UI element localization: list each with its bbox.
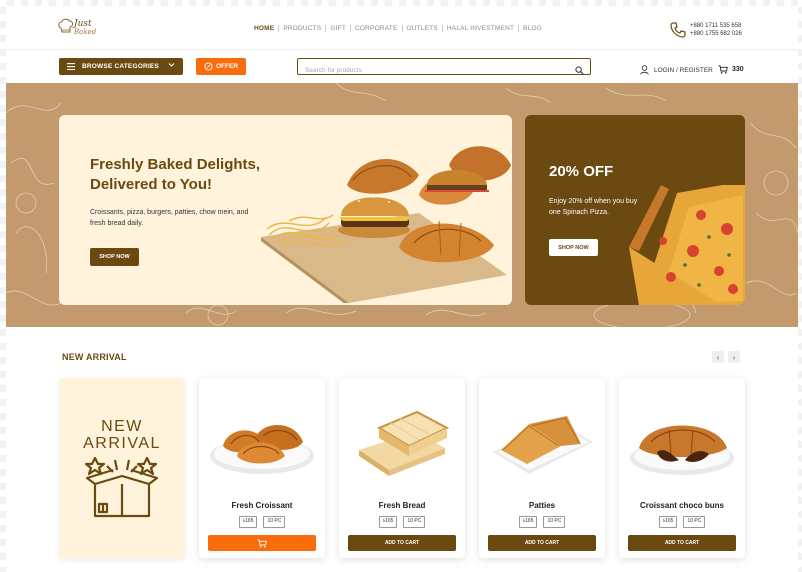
nav-corporate[interactable]: CORPORATE <box>355 25 398 32</box>
add-to-cart-button[interactable]: ADD TO CART <box>488 535 596 551</box>
nav-divider <box>350 25 351 32</box>
cart-count: 330 <box>732 66 744 73</box>
quantity-tag: 10 PC <box>543 516 566 528</box>
chef-hat-icon <box>58 18 73 33</box>
browse-categories-label: BROWSE CATEGORIES <box>82 63 159 70</box>
tile-line-2: ARRIVAL <box>83 435 161 452</box>
cart-icon <box>718 65 728 74</box>
chevron-down-icon <box>168 62 175 70</box>
hero-description: Croissants, pizza, burgers, patties, cho… <box>90 209 249 227</box>
add-to-cart-button[interactable]: ADD TO CART <box>348 535 456 551</box>
nav-divider <box>441 25 443 32</box>
promo-shop-now-button[interactable]: SHOP NOW <box>549 239 598 256</box>
search-box <box>297 58 591 78</box>
product-tags: ৳165 10 PC <box>199 516 325 528</box>
browse-categories-button[interactable]: BROWSE CATEGORIES <box>59 58 183 75</box>
cart-button[interactable]: 330 <box>718 65 744 74</box>
quantity-tag: 10 PC <box>403 516 426 528</box>
price-tag: ৳165 <box>378 516 398 528</box>
toolbar: BROWSE CATEGORIES OFFER LOGIN / REGIST <box>6 51 798 83</box>
promo-card: 20% OFF Enjoy 20% off when you buy one S… <box>525 115 745 305</box>
nav-divider <box>518 25 520 32</box>
add-to-cart-button[interactable]: ADD TO CART <box>628 535 736 551</box>
product-card[interactable]: Patties ৳165 10 PC ADD TO CART <box>479 378 605 558</box>
contact-phones: +880 1711 535 658 +880 1755 682 026 <box>668 19 758 43</box>
product-image <box>359 410 450 476</box>
product-image <box>493 416 593 474</box>
phone-numbers: +880 1711 535 658 +880 1755 682 026 <box>690 22 742 38</box>
logo-line-1: Just <box>74 19 92 29</box>
search-input[interactable] <box>305 63 565 78</box>
offer-label: OFFER <box>215 63 239 70</box>
hero-food-image <box>261 146 511 303</box>
nav-gift[interactable]: GIFT <box>330 25 346 32</box>
product-tags: ৳165 10 PC <box>339 516 465 528</box>
quantity-tag: 10 PC <box>683 516 706 528</box>
product-image <box>630 425 734 475</box>
open-box-icon <box>85 456 159 518</box>
nav-blog[interactable]: BLOG <box>523 25 542 32</box>
hero-banner: Freshly Baked Delights, Delivered to You… <box>6 83 798 327</box>
carousel-controls: ‹ › <box>712 351 740 363</box>
product-name[interactable]: Croissant choco buns <box>619 501 745 510</box>
offer-button[interactable]: OFFER <box>196 58 246 75</box>
tile-line-1: NEW <box>101 418 143 435</box>
add-to-cart-button[interactable] <box>208 535 316 551</box>
new-arrival-tile-text: NEW ARRIVAL <box>59 418 185 452</box>
phone-number-2[interactable]: +880 1755 682 026 <box>690 30 742 38</box>
pizza-slice-image <box>629 185 745 305</box>
product-card[interactable]: Croissant choco buns ৳165 10 PC ADD TO C… <box>619 378 745 558</box>
search-icon[interactable] <box>575 62 584 80</box>
logo-line-2: Baked <box>74 28 97 36</box>
user-icon <box>640 65 649 75</box>
nav-products[interactable]: PRODUCTS <box>283 25 321 32</box>
nav-outlets[interactable]: OUTLETS <box>407 25 438 32</box>
login-register-link[interactable]: LOGIN / REGISTER <box>640 65 713 75</box>
quantity-tag: 10 PC <box>263 516 286 528</box>
product-image <box>210 424 314 474</box>
main-nav: HOME PRODUCTS GIFT CORPORATE OUTLETS HAL… <box>254 25 542 32</box>
logo[interactable]: Just Baked <box>58 18 106 42</box>
price-tag: ৳165 <box>518 516 538 528</box>
logo-text: Just Baked <box>74 19 97 37</box>
nav-divider <box>401 25 403 32</box>
price-tag: ৳165 <box>658 516 678 528</box>
product-tags: ৳165 10 PC <box>479 516 605 528</box>
product-name[interactable]: Fresh Bread <box>339 501 465 510</box>
top-header: Just Baked HOME PRODUCTS GIFT CORPORATE … <box>6 6 798 50</box>
cart-icon <box>257 538 267 548</box>
nav-divider <box>278 25 280 32</box>
discount-icon <box>204 62 213 71</box>
product-name[interactable]: Fresh Croissant <box>199 501 325 510</box>
nav-divider <box>325 25 327 32</box>
nav-halal-investment[interactable]: HALAL INVESTMENT <box>447 25 514 32</box>
page: Just Baked HOME PRODUCTS GIFT CORPORATE … <box>6 6 798 572</box>
hero-shop-now-button[interactable]: SHOP NOW <box>90 248 139 266</box>
product-name[interactable]: Patties <box>479 501 605 510</box>
price-tag: ৳165 <box>238 516 258 528</box>
login-register-label: LOGIN / REGISTER <box>654 66 713 74</box>
hero-card: Freshly Baked Delights, Delivered to You… <box>59 115 512 305</box>
nav-home[interactable]: HOME <box>254 25 274 32</box>
chevron-left-icon[interactable]: ‹ <box>712 351 724 363</box>
chevron-right-icon[interactable]: › <box>728 351 740 363</box>
new-arrival-tile: NEW ARRIVAL <box>59 378 185 558</box>
new-arrival-heading: NEW ARRIVAL <box>62 352 127 362</box>
promo-title: 20% OFF <box>549 163 614 180</box>
product-card[interactable]: Fresh Croissant ৳165 10 PC <box>199 378 325 558</box>
menu-icon <box>67 63 75 70</box>
product-card[interactable]: Fresh Bread ৳165 10 PC ADD TO CART <box>339 378 465 558</box>
phone-number-1[interactable]: +880 1711 535 658 <box>690 22 742 30</box>
product-tags: ৳165 10 PC <box>619 516 745 528</box>
phone-icon <box>670 22 686 38</box>
